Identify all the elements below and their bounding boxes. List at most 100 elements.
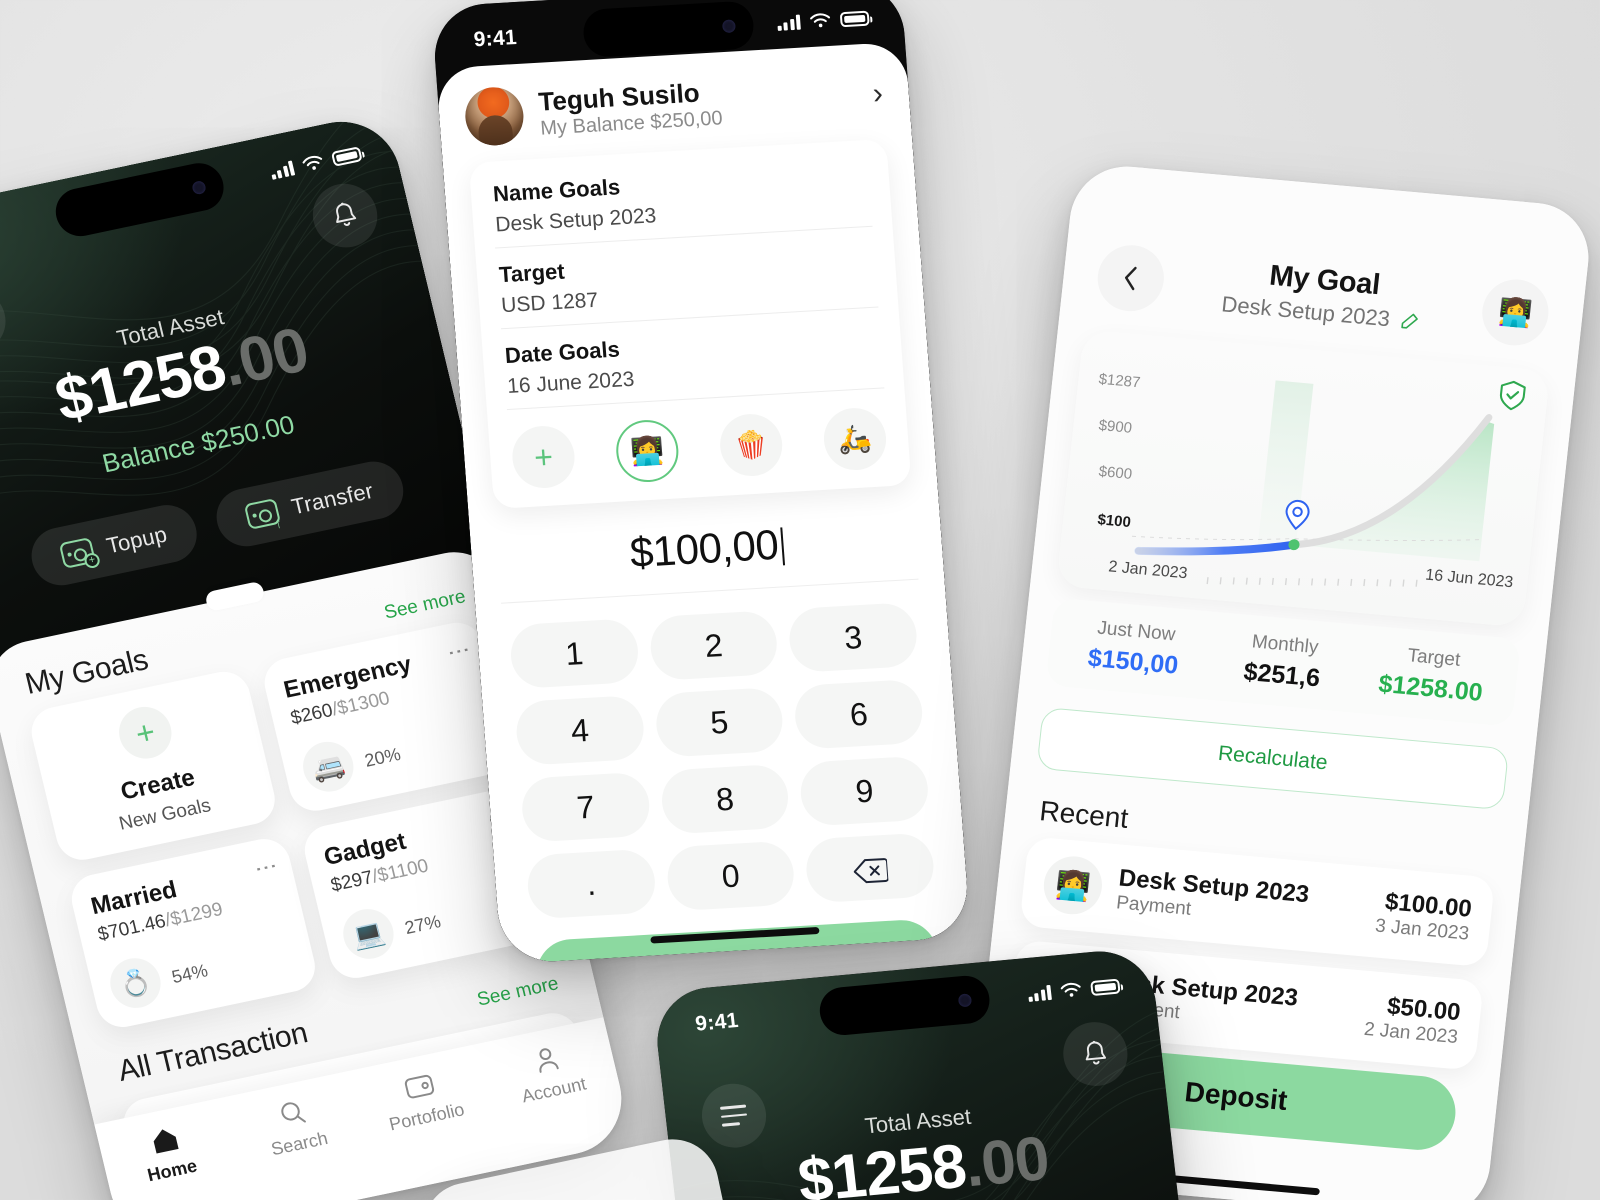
back-button[interactable] <box>1094 242 1168 314</box>
home-icon <box>153 1129 179 1154</box>
key-6[interactable]: 6 <box>793 678 925 750</box>
goal-saved: $260 <box>288 699 335 730</box>
wifi-icon <box>810 13 831 28</box>
laptop-person-icon: 👩‍💻 <box>1496 296 1534 329</box>
stat-target: Target $1258.00 <box>1355 641 1510 710</box>
dynamic-island <box>581 0 756 59</box>
key-decimal[interactable]: . <box>525 848 657 920</box>
tab-search[interactable]: Search <box>225 1086 365 1167</box>
laptop-person-icon-option[interactable]: 👩‍💻 <box>614 418 681 484</box>
tab-account-label: Account <box>519 1073 589 1107</box>
home-screen-secondary: 9:41 Total Asset $1258.00 <box>651 946 1209 1200</box>
goal-percent: 54% <box>169 960 210 988</box>
create-goal-screen: 9:41 Teguh Susilo My Balance $250,00 › N… <box>431 0 971 965</box>
topup-label: Topup <box>103 521 170 559</box>
tab-portofolio-label: Portofolio <box>387 1099 467 1135</box>
status-indicators <box>776 10 870 31</box>
front-camera-icon <box>721 18 736 33</box>
key-3[interactable]: 3 <box>787 601 919 674</box>
amount-value: $100,00 <box>628 520 780 577</box>
tab-account[interactable]: Account <box>480 1033 620 1114</box>
tab-home-label: Home <box>145 1155 200 1186</box>
key-5[interactable]: 5 <box>653 686 785 758</box>
create-goal-card[interactable]: + Create New Goals <box>26 667 281 865</box>
front-camera-icon <box>957 992 973 1007</box>
tab-home[interactable]: Home <box>98 1113 238 1194</box>
numeric-keypad: 1 2 3 4 5 6 7 8 9 . 0 <box>501 580 942 920</box>
key-2[interactable]: 2 <box>648 609 780 682</box>
cellular-signal-icon <box>776 14 801 31</box>
key-9[interactable]: 9 <box>798 755 931 827</box>
y-tick-600: $600 <box>1097 463 1133 483</box>
tab-search-label: Search <box>269 1128 330 1160</box>
key-0[interactable]: 0 <box>665 840 797 912</box>
goal-options-icon[interactable]: ⋮ <box>252 854 282 881</box>
status-time: 9:41 <box>694 1008 740 1036</box>
recent-meta: $100.00 3 Jan 2023 <box>1374 888 1473 946</box>
status-time: 9:41 <box>472 25 518 52</box>
create-goal-body: Teguh Susilo My Balance $250,00 › Name G… <box>435 41 971 965</box>
transactions-see-more-link[interactable]: See more <box>475 973 561 1011</box>
person-icon <box>539 1048 559 1073</box>
stat-just-now: Just Now $150,00 <box>1057 614 1212 683</box>
goal-options-icon[interactable]: ⋮ <box>445 638 475 665</box>
chevron-left-icon <box>1124 266 1137 291</box>
mockup-canvas: 9:41 Total Asset $1258.00 Balance $250.0… <box>0 0 1600 1200</box>
cellular-signal-icon <box>1027 984 1052 1002</box>
recent-title: Recent <box>1038 795 1130 834</box>
avatar <box>463 85 526 147</box>
notification-bell-icon <box>336 202 357 226</box>
key-7[interactable]: 7 <box>519 771 652 843</box>
transfer-label: Transfer <box>288 478 376 520</box>
battery-icon <box>839 10 870 27</box>
goal-avatar-button[interactable]: 👩‍💻 <box>1478 276 1552 349</box>
profile-header[interactable]: Teguh Susilo My Balance $250,00 › <box>463 65 885 147</box>
edit-pencil-icon[interactable] <box>1398 309 1422 333</box>
phone-home-secondary: 9:41 Total Asset $1258.00 <box>651 946 1209 1200</box>
goal-saved: $297 <box>328 867 376 897</box>
goal-progress: 20% <box>361 721 488 772</box>
recent-info: Desk Setup 2023 Payment <box>1115 864 1363 935</box>
cellular-signal-icon <box>269 159 296 180</box>
add-icon-option[interactable]: + <box>510 424 577 490</box>
ring-icon: 💍 <box>105 953 166 1013</box>
goal-progress: 54% <box>169 937 296 988</box>
profile-text: Teguh Susilo My Balance $250,00 <box>537 76 723 140</box>
front-camera-icon <box>191 179 207 195</box>
van-icon: 🚐 <box>297 737 359 797</box>
key-4[interactable]: 4 <box>514 694 646 766</box>
tab-portofolio[interactable]: Portofolio <box>353 1060 493 1141</box>
status-indicators <box>1027 978 1121 1002</box>
goal-card[interactable]: Emergency ⋮ $260/$1300 🚐 20% <box>259 617 514 816</box>
hamburger-menu-icon <box>719 1104 748 1127</box>
goal-chart-card: $1287 $900 $600 $100 2 Jan 2023 16 Jun 2… <box>1056 329 1551 628</box>
goal-form: Name Goals Desk Setup 2023 Target USD 12… <box>468 138 912 509</box>
wallet-icon <box>404 1074 435 1099</box>
backspace-icon <box>852 854 889 884</box>
wallet-plus-icon: + <box>58 536 102 570</box>
battery-icon <box>330 145 363 167</box>
scooter-icon-option[interactable]: 🛵 <box>821 406 889 472</box>
recalculate-button[interactable]: Recalculate <box>1036 706 1510 811</box>
goal-percent: 20% <box>362 743 403 771</box>
wifi-icon <box>302 155 323 170</box>
text-caret <box>779 527 785 566</box>
battery-icon <box>1090 978 1121 996</box>
key-1[interactable]: 1 <box>508 618 640 690</box>
laptop-icon: 💻 <box>338 904 399 964</box>
wifi-icon <box>1060 982 1081 997</box>
popcorn-icon-option[interactable]: 🍿 <box>717 412 785 478</box>
stat-monthly: Monthly $251,6 <box>1206 628 1361 697</box>
goal-title-block: My Goal Desk Setup 2023 <box>1160 250 1485 340</box>
y-tick-100: $100 <box>1096 511 1132 532</box>
key-backspace[interactable] <box>804 832 936 904</box>
y-tick-1287: $1287 <box>1097 370 1142 392</box>
chevron-right-icon[interactable]: › <box>872 77 884 111</box>
key-8[interactable]: 8 <box>659 763 791 835</box>
shield-check-icon <box>1495 378 1529 417</box>
laptop-person-icon: 👩‍💻 <box>1040 853 1105 917</box>
recent-meta: $50.00 2 Jan 2023 <box>1363 991 1462 1049</box>
create-button[interactable]: Create <box>533 918 941 965</box>
search-icon <box>281 1102 306 1123</box>
wallet-arrow-up-icon: ↑ <box>243 497 284 532</box>
